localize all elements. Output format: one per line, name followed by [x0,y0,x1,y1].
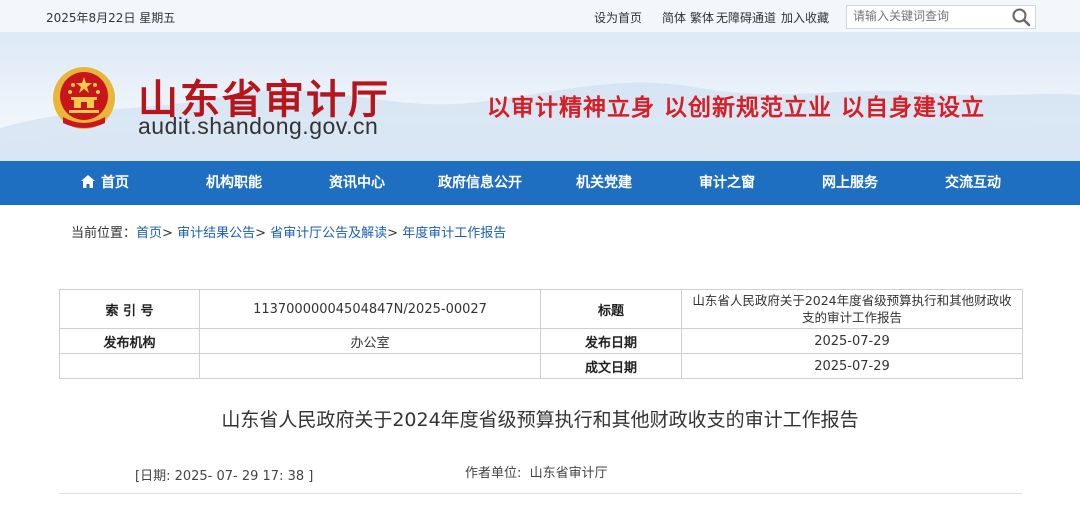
table-row: 索 引 号 11370000004504847N/2025-00027 标题 山… [59,289,1023,329]
search-input[interactable] [853,8,1003,24]
nav-item-label: 首页 [101,175,129,191]
created-date-value: 2025-07-29 [681,353,1023,379]
author-label: 作者单位: [465,466,522,481]
title-value: 山东省人民政府关于2024年度省级预算执行和其他财政收支的审计工作报告 [681,289,1023,329]
site-banner: 山东省审计厅 audit.shandong.gov.cn 以审计精神立身 以创新… [0,33,1080,161]
search-icon[interactable] [1011,7,1031,27]
title-label: 标题 [540,289,682,329]
index-number-label: 索 引 号 [59,289,200,329]
nav-item-audit-window[interactable]: 审计之窗 [677,161,777,205]
home-icon [81,175,95,188]
empty-cell [59,353,200,379]
current-date: 2025年8月22日 星期五 [46,11,176,25]
index-number-value: 11370000004504847N/2025-00027 [199,289,541,329]
breadcrumb-separator: > [387,226,399,241]
breadcrumb-home[interactable]: 首页 [136,226,162,241]
publisher-value: 办公室 [199,328,541,354]
traditional-chinese-link[interactable]: 繁体 [690,9,714,26]
nav-item-interaction[interactable]: 交流互动 [923,161,1023,205]
author-value: 山东省审计厅 [529,466,608,481]
nav-item-news[interactable]: 资讯中心 [307,161,407,205]
site-domain: audit.shandong.gov.cn [138,113,379,139]
nav-item-party[interactable]: 机关党建 [554,161,654,205]
nav-item-home[interactable]: 首页 [60,161,150,205]
site-slogan: 以审计精神立身 以创新规范立业 以自身建设立 [487,95,986,121]
nav-item-online-service[interactable]: 网上服务 [800,161,900,205]
main-nav: 首页 机构职能 资讯中心 政府信息公开 机关党建 审计之窗 网上服务 交流互动 [0,161,1080,205]
simplified-chinese-link[interactable]: 简体 [662,9,686,26]
breadcrumb-audit-results[interactable]: 审计结果公告 [177,226,255,241]
nav-item-organization[interactable]: 机构职能 [184,161,284,205]
publish-date-value: 2025-07-29 [681,328,1023,354]
publisher-label: 发布机构 [59,328,200,354]
table-row: 发布机构 办公室 发布日期 2025-07-29 [59,328,1023,354]
article-date: [日期: 2025- 07- 29 17: 38 ] [135,469,314,484]
breadcrumb-annual-report[interactable]: 年度审计工作报告 [402,226,506,241]
publish-date-label: 发布日期 [540,328,682,354]
breadcrumb-prefix: 当前位置： [71,226,137,241]
add-favorite-link[interactable]: 加入收藏 [781,9,829,26]
national-emblem-icon [53,67,115,129]
breadcrumb-separator: > [255,226,266,241]
breadcrumb: 当前位置：首页> 审计结果公告> 省审计厅公告及解读> 年度审计工作报告 [71,222,506,241]
article-author: 作者单位: 山东省审计厅 [465,462,608,481]
nav-item-gov-info[interactable]: 政府信息公开 [425,161,535,205]
created-date-label: 成文日期 [540,353,682,379]
set-home-link[interactable]: 设为首页 [594,9,642,26]
top-bar: 2025年8月22日 星期五 设为首页 简体 繁体 无障碍通道 加入收藏 [0,0,1080,33]
empty-cell [199,353,541,379]
breadcrumb-announcements[interactable]: 省审计厅公告及解读 [270,226,387,241]
divider [59,493,1022,494]
article-title: 山东省人民政府关于2024年度省级预算执行和其他财政收支的审计工作报告 [221,409,859,431]
accessibility-link[interactable]: 无障碍通道 [716,9,776,26]
document-meta-table: 索 引 号 11370000004504847N/2025-00027 标题 山… [59,289,1023,379]
search-box [846,5,1036,29]
table-row: 成文日期 2025-07-29 [59,353,1023,379]
breadcrumb-separator: > [162,226,173,241]
